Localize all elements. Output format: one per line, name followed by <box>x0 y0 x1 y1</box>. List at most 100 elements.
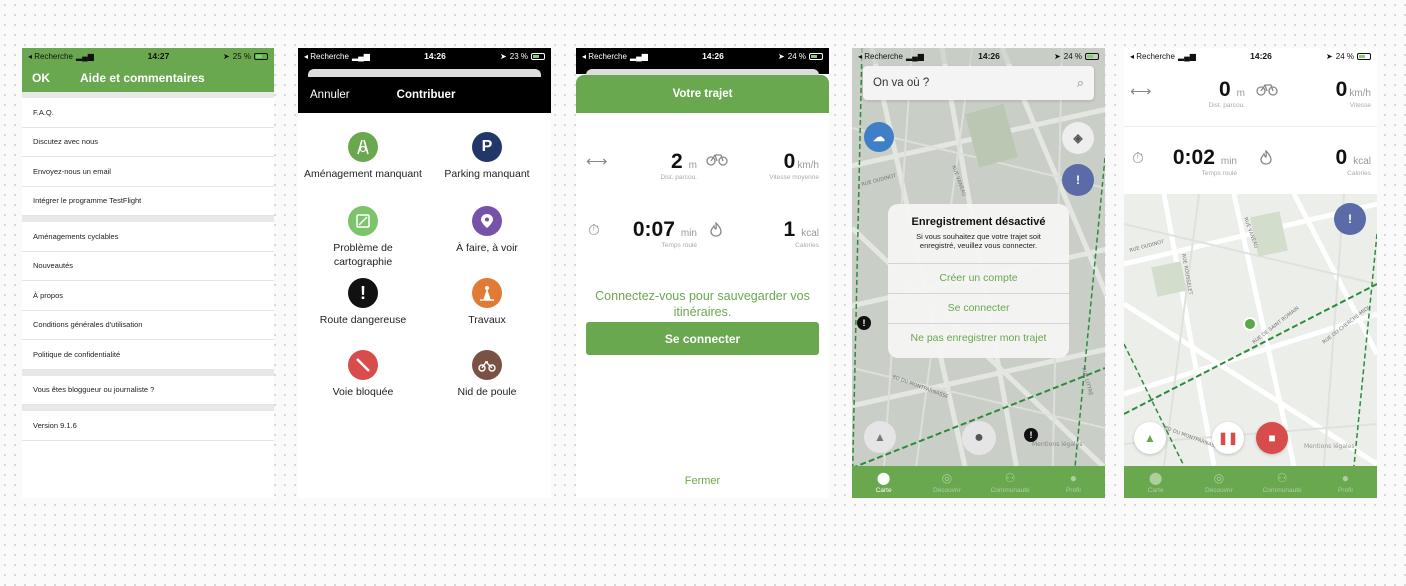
bicycle-icon <box>1256 82 1278 100</box>
navigate-arrow-icon[interactable]: ▲ <box>864 421 896 453</box>
list-item-press[interactable]: Vous êtes bloggueur ou journaliste ? <box>22 376 274 405</box>
signal-icon: ▂▄▆ <box>905 51 924 61</box>
contrib-missing-parking[interactable]: P Parking manquant <box>428 132 546 181</box>
contrib-todo-see[interactable]: À faire, à voir <box>428 206 546 255</box>
map-recording-dialog-screen: RUE OUDINOT RUE VANEAU BD DU MONTPARNASS… <box>852 48 1105 498</box>
contrib-blocked-lane[interactable]: Voie bloquée <box>304 350 422 399</box>
contrib-missing-lane[interactable]: Aménagement manquant <box>304 132 422 181</box>
login-prompt: Connectez-vous pour sauvegarder vos itin… <box>595 289 810 320</box>
tab-community[interactable]: ⚇ Communauté <box>979 466 1042 498</box>
stop-button[interactable]: ■ <box>1256 422 1288 454</box>
list-item-bike-infra[interactable]: Aménagements cyclables <box>22 222 274 252</box>
close-button[interactable]: Fermer <box>576 475 829 487</box>
time-stat: 0:07 min Temps roulé <box>633 218 697 249</box>
pause-button[interactable]: ❚❚ <box>1212 422 1244 454</box>
legal-link: Mentions légales <box>1304 443 1355 450</box>
point-of-interest-icon <box>472 206 502 236</box>
list-item-testflight[interactable]: Intégrer le programme TestFlight <box>22 187 274 216</box>
navigate-arrow-icon[interactable]: ▲ <box>1134 422 1166 454</box>
people-icon: ⚇ <box>1004 470 1016 485</box>
create-account-button[interactable]: Créer un compte <box>888 262 1069 293</box>
tab-profile[interactable]: ● Profil <box>1042 466 1105 498</box>
search-placeholder: On va où ? <box>873 77 930 89</box>
layers-icon[interactable]: ◈ <box>1062 122 1094 154</box>
list-item-news[interactable]: Nouveautés <box>22 252 274 281</box>
map-pin-icon: ⬤ <box>876 470 891 485</box>
compass-icon: ◎ <box>1213 470 1225 485</box>
page-title: Contribuer <box>396 89 456 101</box>
map-edit-icon <box>348 206 378 236</box>
tab-community[interactable]: ⚇ Communauté <box>1251 466 1314 498</box>
location-icon: ➤ <box>500 51 507 61</box>
list-item-email[interactable]: Envoyez-nous un email <box>22 157 274 187</box>
tab-map[interactable]: ⬤ Carte <box>852 466 915 498</box>
ok-button[interactable]: OK <box>32 71 50 85</box>
contrib-map-problem[interactable]: Problème de cartographie <box>304 206 422 269</box>
danger-marker-icon[interactable]: ! <box>857 316 871 330</box>
status-time: 14:26 <box>1250 51 1272 61</box>
back-to-search-link[interactable]: ◂ Recherche <box>28 52 73 61</box>
stat-unit: kcal <box>801 228 819 239</box>
battery-percent: 24 % <box>787 51 806 61</box>
login-button[interactable]: Se connecter <box>586 322 819 355</box>
list-item-privacy[interactable]: Politique de confidentialité <box>22 340 274 370</box>
cancel-button[interactable]: Annuler <box>310 89 350 101</box>
stat-label: Temps roulé <box>1201 170 1237 177</box>
tab-profile[interactable]: ● Profil <box>1314 466 1377 498</box>
compass-icon: ◎ <box>941 470 953 485</box>
battery-icon <box>253 52 268 60</box>
login-button[interactable]: Se connecter <box>888 292 1069 323</box>
tab-discover[interactable]: ◎ Découvrir <box>1187 466 1250 498</box>
weather-icon[interactable]: ☁ <box>864 122 894 152</box>
back-to-search-link[interactable]: ◂ Recherche <box>1130 52 1175 61</box>
battery-icon <box>530 52 545 60</box>
tab-discover[interactable]: ◎ Découvrir <box>915 466 978 498</box>
contrib-label: Parking manquant <box>444 168 530 180</box>
map-canvas[interactable]: RUE OUDINOT RUE VANEAU RUE ROUSSELET RUE… <box>1124 194 1377 466</box>
signal-icon: ▂▄▆ <box>1177 51 1196 61</box>
bicycle-icon <box>706 152 728 170</box>
report-icon[interactable]: ! <box>1334 203 1366 235</box>
search-input[interactable]: On va où ? ⌕ <box>863 66 1094 100</box>
back-to-search-link[interactable]: ◂ Recherche <box>304 52 349 61</box>
distance-icon: ⟷ <box>1130 83 1152 100</box>
danger-marker-icon[interactable]: ! <box>1024 428 1038 442</box>
calories-stat: 0 kcal Calories <box>1336 146 1371 177</box>
location-icon: ➤ <box>778 51 785 61</box>
tab-map[interactable]: ⬤ Carte <box>1124 466 1187 498</box>
contrib-dangerous-road[interactable]: ! Route dangereuse <box>304 278 422 327</box>
skip-recording-button[interactable]: Ne pas enregistrer mon trajet <box>888 322 1069 353</box>
list-item-faq[interactable]: F.A.Q. <box>22 98 274 128</box>
battery-icon <box>1356 52 1371 60</box>
person-icon: ● <box>1069 470 1077 485</box>
status-bar: ◂ Recherche ▂▄▆ 14:26 ➤ 24 % <box>852 48 1105 64</box>
status-time: 14:26 <box>424 51 446 61</box>
stat-unit: km/h <box>797 160 819 171</box>
distance-icon: ⟷ <box>586 153 608 170</box>
page-title: Votre trajet <box>576 75 829 113</box>
stat-value: 0 <box>1335 146 1348 169</box>
stat-label: Vitesse <box>1349 102 1371 109</box>
people-icon: ⚇ <box>1276 470 1288 485</box>
contrib-label: Travaux <box>468 314 506 326</box>
active-ride-screen: ◂ Recherche ▂▄▆ 14:26 ➤ 24 % ⟷ 0m Dist. pa… <box>1124 48 1377 498</box>
status-bar: ◂ Recherche ▂▄▆ 14:27 ➤ 25 % <box>22 48 274 64</box>
contrib-pothole[interactable]: Nid de poule <box>428 350 546 399</box>
tab-bar: ⬤ Carte ◎ Découvrir ⚇ Communauté ● Profil <box>852 466 1105 498</box>
speed-stat: 0 km/h Vitesse <box>1336 78 1371 109</box>
app-version: Version 9.1.6 <box>22 411 274 441</box>
contrib-roadworks[interactable]: Travaux <box>428 278 546 327</box>
list-item-terms[interactable]: Conditions générales d'utilisation <box>22 311 274 340</box>
list-item-chat[interactable]: Discutez avec nous <box>22 128 274 157</box>
stat-value: 0 <box>783 150 796 173</box>
record-button[interactable]: ● <box>962 421 996 455</box>
report-icon[interactable]: ! <box>1062 164 1094 196</box>
back-to-search-link[interactable]: ◂ Recherche <box>858 52 903 61</box>
battery-icon <box>808 52 823 60</box>
tab-label: Profil <box>1065 486 1081 494</box>
back-to-search-link[interactable]: ◂ Recherche <box>582 52 627 61</box>
stat-value: 0 <box>1218 78 1231 101</box>
contrib-label: Nid de poule <box>457 386 517 398</box>
list-item-about[interactable]: À propos <box>22 281 274 311</box>
signal-icon: ▂▄▆ <box>351 51 370 61</box>
